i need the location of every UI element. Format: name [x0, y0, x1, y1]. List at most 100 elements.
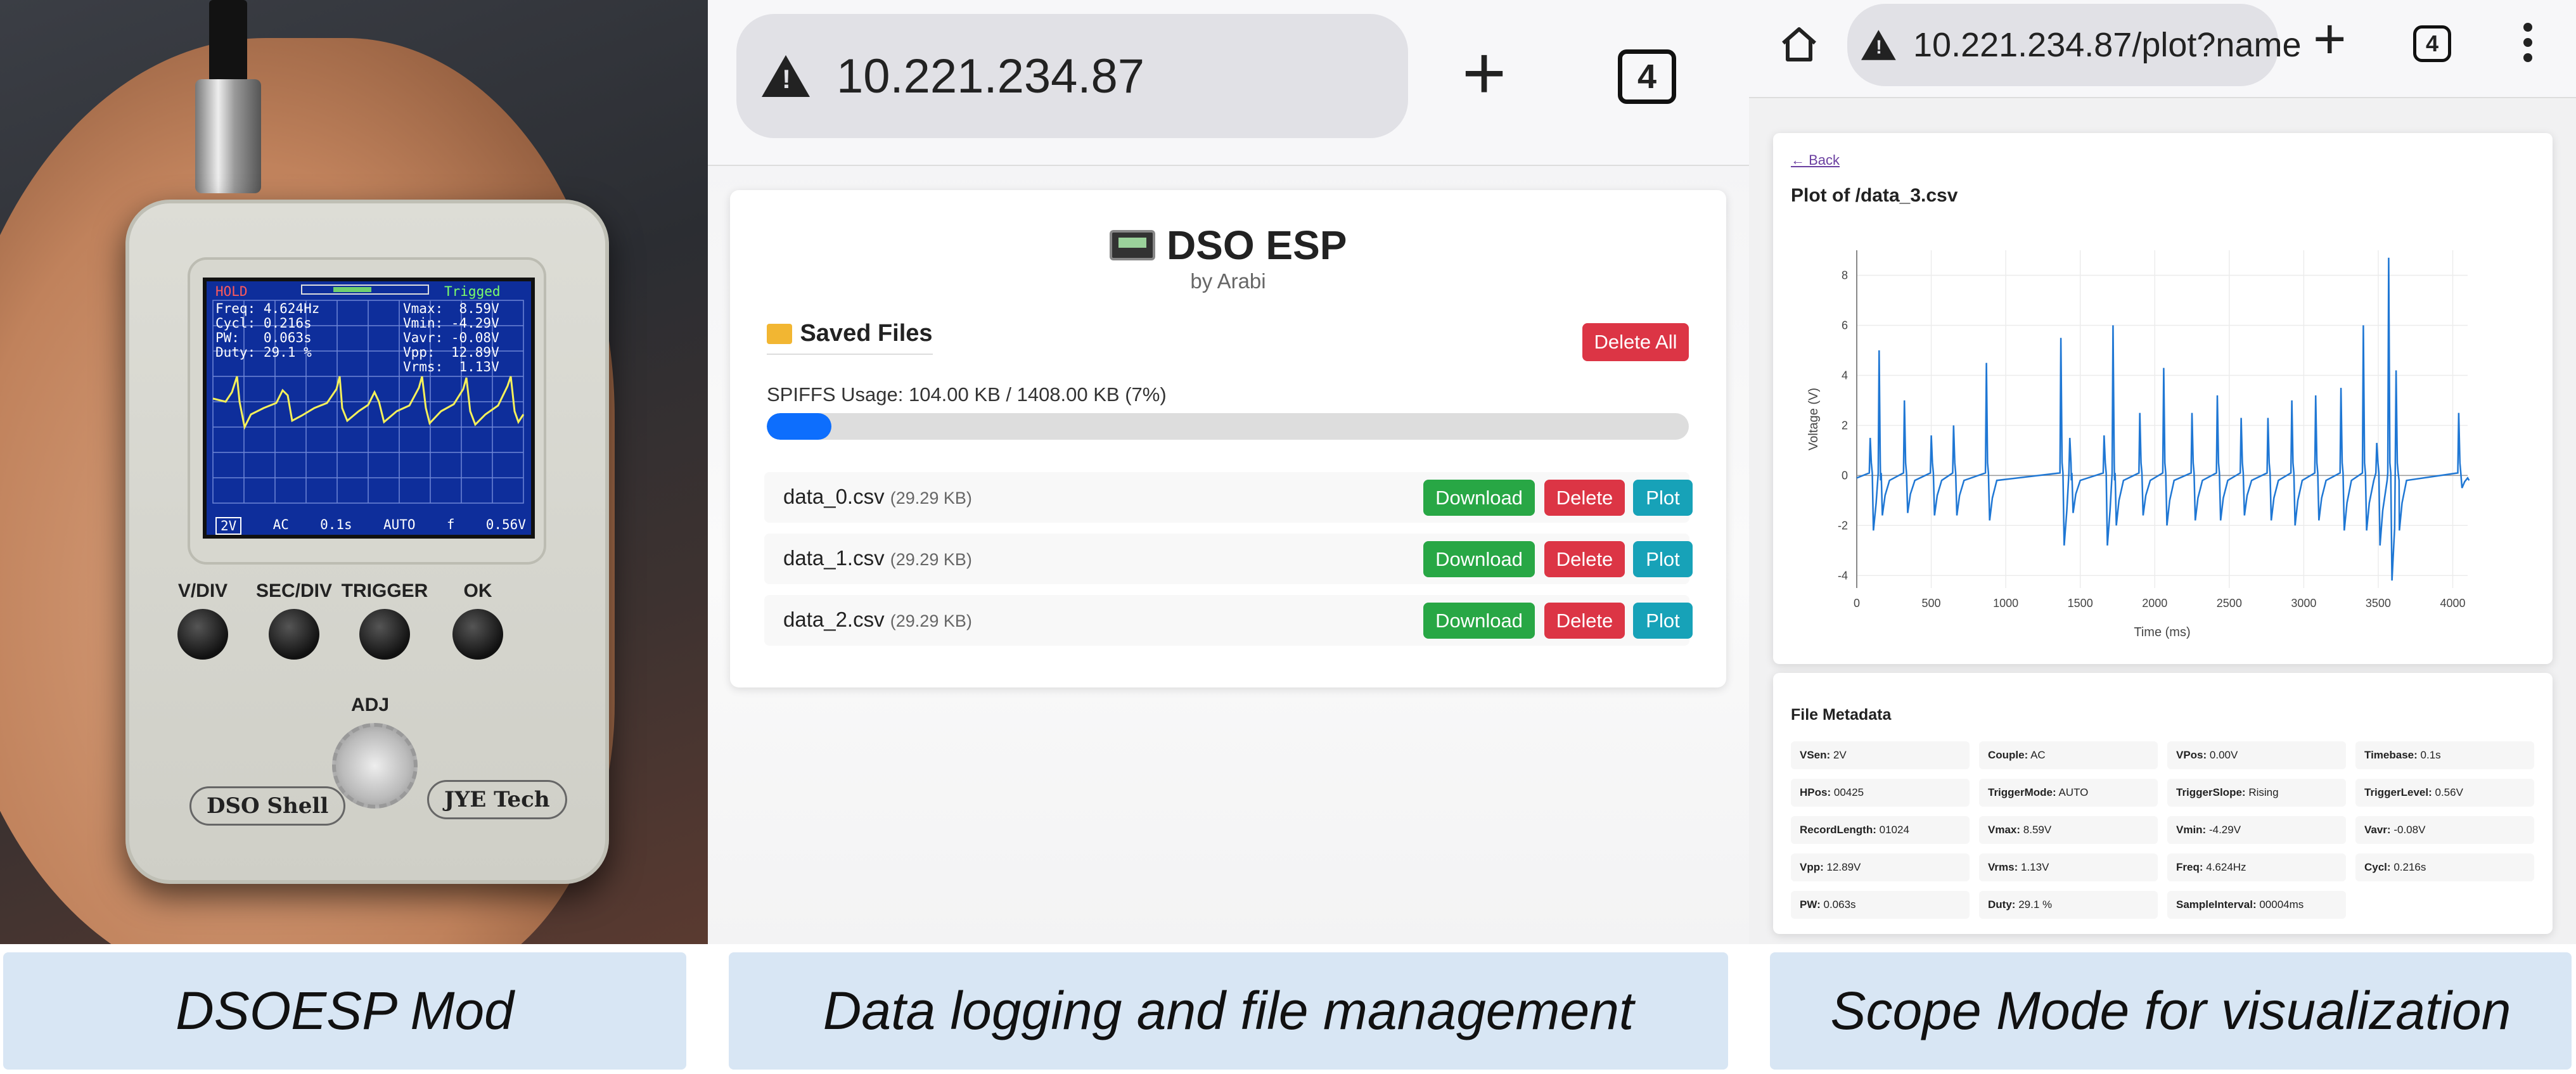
metadata-value: 29.1 % [2018, 898, 2053, 911]
screen-frame: HOLD Trigged Freq: 4.624Hz Cycl: 0.216s PW… [188, 257, 546, 565]
voltage-chart: 0 500 1000 1500 2000 2500 3000 3500 4000 -4 -2 0 2 4 6… [1807, 250, 2470, 639]
new-tab-icon[interactable]: + [1462, 35, 1506, 111]
metadata-item: Couple: AC [1979, 741, 2158, 769]
lcd-measurements-left: Freq: 4.624Hz Cycl: 0.216s PW: 0.063s Duty:… [215, 302, 319, 360]
metadata-item: RecordLength: 01024 [1791, 816, 1970, 844]
metadata-card: File Metadata VSen: 2V Couple: AC VPos: 0.… [1773, 673, 2553, 934]
plot-button[interactable]: Plot [1633, 480, 1693, 516]
y-tick-label: 0 [1842, 469, 1848, 482]
lcd-status-item: 0.1s [320, 517, 352, 532]
menu-icon[interactable] [2523, 23, 2532, 62]
metadata-title: File Metadata [1791, 706, 1892, 724]
metadata-key: Couple: [1988, 749, 2028, 761]
metadata-key: Vavr: [2364, 824, 2391, 836]
brand-label-right: JYE Tech [427, 780, 567, 819]
plot-button[interactable]: Plot [1633, 541, 1693, 577]
metadata-value: -4.29V [2208, 824, 2241, 836]
download-button[interactable]: Download [1423, 541, 1535, 577]
lcd-line: Vmin: -4.29V [403, 316, 499, 331]
y-tick-label: 2 [1842, 419, 1848, 432]
delete-button[interactable]: Delete [1544, 603, 1625, 639]
metadata-item: Vavr: -0.08V [2355, 816, 2534, 844]
file-size: (29.29 KB) [890, 611, 972, 630]
device-button[interactable] [452, 609, 503, 660]
browser-toolbar: 10.221.234.87 + 4 [708, 0, 1749, 166]
download-button[interactable]: Download [1423, 603, 1535, 639]
lcd-status-item: 0.56V [485, 517, 526, 532]
file-manager-panel: 10.221.234.87 + 4 DSO ESP by Arabi Saved… [708, 0, 1749, 944]
warning-icon-right [1861, 30, 1896, 60]
metadata-key: RecordLength: [1800, 824, 1876, 836]
x-tick-label: 3000 [2291, 597, 2316, 610]
metadata-item: Vmax: 8.59V [1979, 816, 2158, 844]
metadata-item: TriggerLevel: 0.56V [2355, 779, 2534, 807]
metadata-value: 4.624Hz [2206, 861, 2246, 873]
metadata-key: TriggerSlope: [2176, 786, 2246, 798]
delete-button[interactable]: Delete [1544, 480, 1625, 516]
lcd-line: Vavr: -0.08V [403, 330, 499, 345]
x-tick-label: 2000 [2142, 597, 2167, 610]
pager-icon [1109, 230, 1155, 260]
lcd-screen: HOLD Trigged Freq: 4.624Hz Cycl: 0.216s PW… [203, 278, 535, 539]
app-subtitle: by Arabi [1190, 269, 1266, 293]
metadata-value: 12.89V [1826, 861, 1861, 873]
bnc-connector [195, 79, 261, 193]
url-text: 10.221.234.87 [836, 49, 1145, 103]
metadata-item: VPos: 0.00V [2167, 741, 2346, 769]
plot-card: ← Back Plot of /data_3.csv 0 500 1000 1500 2… [1773, 133, 2553, 664]
plot-button[interactable]: Plot [1633, 603, 1693, 639]
metadata-value: 0.00V [2209, 749, 2238, 761]
home-icon[interactable] [1779, 24, 1819, 63]
metadata-key: Vmin: [2176, 824, 2207, 836]
y-tick-label: -4 [1838, 569, 1848, 582]
lcd-status-item: 2V [215, 517, 242, 535]
plot-panel: 10.221.234.87/plot?name + 4 ← Back Plot … [1749, 0, 2576, 944]
saved-files-heading: Saved Files [767, 320, 933, 355]
usage-progress-bar [767, 413, 1689, 440]
usage-progress-fill [767, 413, 831, 440]
adj-knob[interactable] [332, 723, 418, 809]
file-name-text: data_2.csv [783, 608, 885, 631]
url-bar[interactable]: 10.221.234.87 [736, 14, 1408, 138]
tab-count-button[interactable]: 4 [1618, 49, 1676, 104]
metadata-item: VSen: 2V [1791, 741, 1970, 769]
spiffs-usage-text: SPIFFS Usage: 104.00 KB / 1408.00 KB (7%… [767, 383, 1167, 406]
tab-count-button-right[interactable]: 4 [2413, 25, 2451, 62]
metadata-value: 01024 [1879, 824, 1909, 836]
url-text-right: 10.221.234.87/plot?name [1913, 26, 2302, 64]
metadata-value: 1.13V [2020, 861, 2049, 873]
warning-icon [762, 55, 810, 97]
device-button[interactable] [359, 609, 410, 660]
metadata-key: Vpp: [1800, 861, 1824, 873]
file-row: data_0.csv (29.29 KB) Download Delete Plot [764, 472, 1693, 523]
lcd-status-item: AUTO [383, 517, 416, 532]
metadata-item: PW: 0.063s [1791, 891, 1970, 919]
dso-card: DSO ESP by Arabi Saved Files Delete All … [730, 190, 1726, 687]
new-tab-icon-right[interactable]: + [2313, 11, 2347, 68]
metadata-value: 8.59V [2023, 824, 2052, 836]
metadata-item: TriggerSlope: Rising [2167, 779, 2346, 807]
file-row: data_1.csv (29.29 KB) Download Delete Plot [764, 534, 1693, 584]
metadata-key: Timebase: [2364, 749, 2418, 761]
metadata-item: Vpp: 12.89V [1791, 853, 1970, 881]
x-tick-label: 0 [1854, 597, 1860, 610]
app-header: DSO ESP [730, 222, 1726, 269]
metadata-item: Freq: 4.624Hz [2167, 853, 2346, 881]
device-button[interactable] [177, 609, 228, 660]
metadata-key: Duty: [1988, 898, 2016, 911]
device-button[interactable] [269, 609, 319, 660]
metadata-value: 0.063s [1823, 898, 1856, 911]
x-tick-label: 2500 [2217, 597, 2242, 610]
y-tick-label: 6 [1842, 319, 1848, 331]
delete-button[interactable]: Delete [1544, 541, 1625, 577]
metadata-item: Timebase: 0.1s [2355, 741, 2534, 769]
file-name: data_2.csv (29.29 KB) [783, 608, 972, 632]
metadata-value: 0.56V [2435, 786, 2463, 798]
metadata-key: Cycl: [2364, 861, 2391, 873]
download-button[interactable]: Download [1423, 480, 1535, 516]
delete-all-button[interactable]: Delete All [1582, 323, 1689, 361]
url-bar-right[interactable]: 10.221.234.87/plot?name [1847, 4, 2302, 86]
metadata-item: Duty: 29.1 % [1979, 891, 2158, 919]
metadata-value: 00004ms [2259, 898, 2304, 911]
hold-indicator: HOLD [215, 284, 248, 299]
